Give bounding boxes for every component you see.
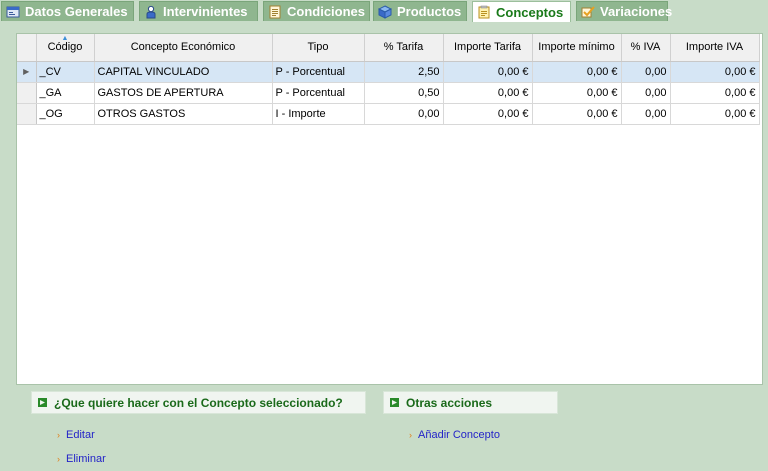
column-header-label: Importe IVA	[685, 41, 744, 54]
tab-intervinientes[interactable]: Intervinientes	[139, 1, 258, 21]
editar-label: Editar	[66, 429, 95, 441]
row-selector-icon: ▶	[17, 61, 37, 83]
eliminar-label: Eliminar	[66, 453, 106, 465]
checkmark-icon	[581, 5, 595, 19]
conceptos-grid-panel: ▲ Código Concepto Económico Tipo % Tarif…	[16, 33, 763, 385]
tab-label: Intervinientes	[163, 4, 248, 19]
anadir-concepto-label: Añadir Concepto	[418, 429, 500, 441]
cell-tipo[interactable]: P - Porcentual	[272, 82, 365, 104]
column-header-label: Importe Tarifa	[453, 41, 522, 54]
cell-importe-tarifa[interactable]: 0,00 €	[443, 82, 533, 104]
column-header-tarifa[interactable]: % Tarifa	[364, 34, 444, 62]
person-icon	[144, 5, 158, 19]
cell-importe-tarifa[interactable]: 0,00 €	[443, 103, 533, 125]
cell-concepto[interactable]: CAPITAL VINCULADO	[94, 61, 273, 83]
cell-importe-minimo[interactable]: 0,00 €	[532, 61, 622, 83]
column-header-label: Concepto Económico	[130, 41, 236, 54]
cell-iva[interactable]: 0,00	[621, 82, 671, 104]
arrow-right-icon: ›	[57, 430, 60, 440]
tab-label: Productos	[397, 4, 462, 19]
section-title: Otras acciones	[406, 395, 493, 410]
column-header-codigo[interactable]: ▲ Código	[36, 34, 95, 62]
table-header-row: ▲ Código Concepto Económico Tipo % Tarif…	[17, 34, 760, 62]
section-title: ¿Que quiere hacer con el Concepto selecc…	[54, 395, 343, 410]
table-row[interactable]: _GA GASTOS DE APERTURA P - Porcentual 0,…	[17, 82, 760, 104]
cell-iva[interactable]: 0,00	[621, 103, 671, 125]
tab-label: Variaciones	[600, 4, 673, 19]
cell-codigo[interactable]: _GA	[36, 82, 95, 104]
cell-concepto[interactable]: OTROS GASTOS	[94, 103, 273, 125]
row-indicator-header	[17, 34, 37, 62]
general-data-icon	[6, 5, 20, 19]
cell-importe-tarifa[interactable]: 0,00 €	[443, 61, 533, 83]
sort-ascending-icon: ▲	[61, 35, 69, 42]
editar-link[interactable]: › Editar	[57, 429, 95, 441]
column-header-label: Importe mínimo	[538, 41, 615, 54]
tab-variaciones[interactable]: Variaciones	[576, 1, 672, 21]
column-header-importe-tarifa[interactable]: Importe Tarifa	[443, 34, 533, 62]
table-row[interactable]: _OG OTROS GASTOS I - Importe 0,00 0,00 €…	[17, 103, 760, 125]
tab-conceptos[interactable]: Conceptos	[472, 1, 571, 22]
column-header-concepto[interactable]: Concepto Económico	[94, 34, 273, 62]
cell-tarifa[interactable]: 2,50	[364, 61, 444, 83]
cell-importe-minimo[interactable]: 0,00 €	[532, 82, 622, 104]
arrow-right-icon: ›	[57, 454, 60, 464]
tab-bar: Datos Generales Intervinientes Condicion…	[0, 0, 768, 22]
column-header-importe-minimo[interactable]: Importe mínimo	[532, 34, 622, 62]
cell-importe-iva[interactable]: 0,00 €	[670, 61, 760, 83]
tab-productos[interactable]: Productos	[373, 1, 467, 21]
tab-datos-generales[interactable]: Datos Generales	[1, 1, 134, 21]
cell-codigo[interactable]: _OG	[36, 103, 95, 125]
tab-label: Conceptos	[496, 4, 564, 20]
cell-importe-iva[interactable]: 0,00 €	[670, 82, 760, 104]
selected-concept-actions-header: ¿Que quiere hacer con el Concepto selecc…	[31, 391, 366, 414]
column-header-label: % IVA	[630, 41, 661, 54]
column-header-tipo[interactable]: Tipo	[272, 34, 365, 62]
cell-tarifa[interactable]: 0,50	[364, 82, 444, 104]
tab-condiciones[interactable]: Condiciones	[263, 1, 370, 21]
arrow-right-icon: ›	[409, 430, 412, 440]
section-bullet-icon	[38, 398, 47, 407]
tab-label: Condiciones	[287, 4, 366, 19]
column-header-label: Tipo	[307, 41, 329, 54]
cell-tipo[interactable]: P - Porcentual	[272, 61, 365, 83]
cell-importe-minimo[interactable]: 0,00 €	[532, 103, 622, 125]
row-indicator	[17, 82, 37, 104]
cell-codigo[interactable]: _CV	[36, 61, 95, 83]
cube-icon	[377, 4, 393, 19]
cell-iva[interactable]: 0,00	[621, 61, 671, 83]
cell-tarifa[interactable]: 0,00	[364, 103, 444, 125]
notepad-icon	[477, 5, 491, 19]
row-indicator	[17, 103, 37, 125]
cell-importe-iva[interactable]: 0,00 €	[670, 103, 760, 125]
cell-tipo[interactable]: I - Importe	[272, 103, 365, 125]
column-header-label: Código	[47, 41, 83, 54]
conceptos-table: ▲ Código Concepto Económico Tipo % Tarif…	[17, 34, 760, 125]
column-header-importe-iva[interactable]: Importe IVA	[670, 34, 760, 62]
cell-concepto[interactable]: GASTOS DE APERTURA	[94, 82, 273, 104]
other-actions-header: Otras acciones	[383, 391, 558, 414]
eliminar-link[interactable]: › Eliminar	[57, 453, 106, 465]
section-bullet-icon	[390, 398, 399, 407]
table-row[interactable]: ▶ _CV CAPITAL VINCULADO P - Porcentual 2…	[17, 61, 760, 83]
document-icon	[268, 5, 282, 19]
column-header-iva[interactable]: % IVA	[621, 34, 671, 62]
column-header-label: % Tarifa	[383, 41, 424, 54]
anadir-concepto-link[interactable]: › Añadir Concepto	[409, 429, 500, 441]
tab-label: Datos Generales	[25, 4, 128, 19]
